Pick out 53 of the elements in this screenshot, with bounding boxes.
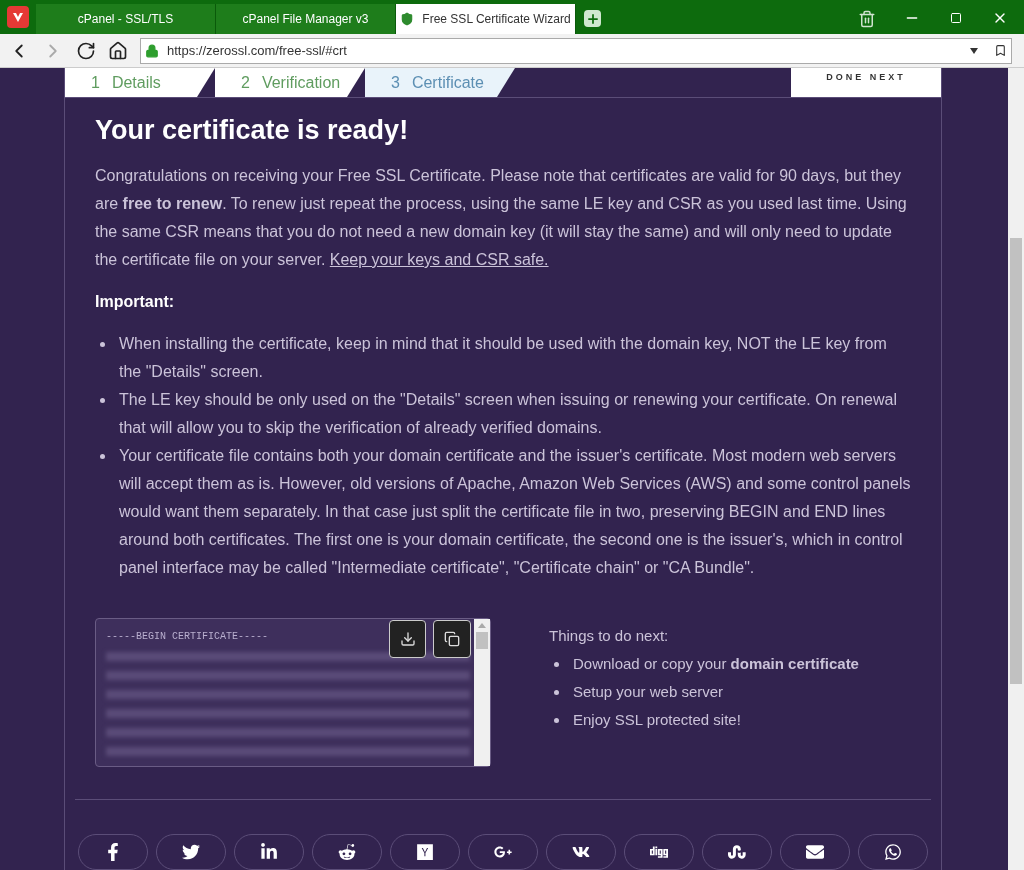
wizard-step[interactable]: 1 Details bbox=[65, 68, 215, 97]
address-field[interactable]: https://zerossl.com/free-ssl/#crt bbox=[140, 37, 1012, 64]
copy-button[interactable] bbox=[433, 620, 471, 658]
bullet-icon bbox=[554, 718, 559, 723]
copy-icon bbox=[444, 631, 460, 647]
maximize-icon[interactable] bbox=[950, 12, 962, 24]
bullet-icon bbox=[554, 690, 559, 695]
browser-tab[interactable]: cPanel File Manager v3 bbox=[216, 4, 396, 34]
bullet-icon bbox=[100, 398, 105, 403]
linkedin-icon bbox=[260, 843, 278, 861]
important-item: When installing the certificate, keep in mind that it should be used with the domain key, NOT the LE key from the "Details" screen. bbox=[119, 334, 888, 382]
bookmark-icon[interactable] bbox=[994, 44, 1007, 57]
shield-icon bbox=[400, 12, 415, 26]
envelope-icon bbox=[806, 843, 824, 861]
lock-icon bbox=[145, 43, 159, 58]
home-icon[interactable] bbox=[108, 40, 128, 61]
wizard-step[interactable]: 3 Certificate bbox=[365, 68, 515, 97]
intro-paragraph: Congratulations on receiving your Free SSL Certificate. Please note that certificates are valid for 90 days, but they are free to renew. To renew just repeat the process, using the same LE key and CSR as you used last time. Using the same CSR means that you do not need a new domain key (it will stay the same) and will only need to update the certificate file on your server. Keep your keys and CSR safe. bbox=[95, 166, 908, 270]
next-step-item: Enjoy SSL protected site! bbox=[573, 710, 741, 730]
important-item: The LE key should be only used on the "Details" screen when issuing or renewing your certificate. On renewal that will allow you to skip the verification of already verified domains. bbox=[119, 390, 898, 438]
next-steps-title: Things to do next: bbox=[549, 626, 670, 646]
download-button[interactable] bbox=[389, 620, 426, 658]
browser-tab[interactable]: cPanel - SSL/TLS bbox=[36, 4, 216, 34]
reddit-icon bbox=[338, 843, 356, 861]
browser-logo-icon[interactable] bbox=[7, 6, 29, 28]
certificate-first-line: -----BEGIN CERTIFICATE----- bbox=[106, 630, 269, 644]
page-scroll-thumb[interactable] bbox=[1010, 238, 1022, 684]
wizard-step[interactable]: 2 Verification bbox=[215, 68, 365, 97]
reload-icon[interactable] bbox=[76, 40, 96, 61]
new-tab-button[interactable] bbox=[584, 10, 601, 27]
next-step-item: Download or copy your domain certificate bbox=[573, 654, 859, 674]
scroll-thumb[interactable] bbox=[476, 632, 488, 649]
digg-icon bbox=[650, 843, 668, 861]
next-step-item: Setup your web server bbox=[573, 682, 724, 702]
browser-tab[interactable]: Free SSL Certificate Wizard bbox=[396, 4, 576, 34]
keep-keys-link[interactable]: Keep your keys and CSR safe. bbox=[329, 251, 549, 268]
bullet-icon bbox=[100, 454, 105, 459]
dropdown-icon[interactable] bbox=[970, 47, 978, 54]
whatsapp-icon bbox=[884, 843, 902, 861]
trash-icon[interactable] bbox=[858, 10, 876, 28]
download-icon bbox=[399, 631, 416, 647]
done-next-button[interactable]: DONE NEXT bbox=[791, 68, 941, 97]
bullet-icon bbox=[554, 662, 559, 667]
page-heading: Your certificate is ready! bbox=[95, 114, 410, 147]
bird-icon bbox=[182, 843, 200, 861]
url-text: https://zerossl.com/free-ssl/#crt bbox=[167, 41, 347, 60]
important-item: Your certificate file contains both your domain certificate and the issuer's certificate. Most modern web servers will accept them as is. However, old versions of Apache, Amazon Web Services (AWS) and some control panels would want them separately. In that case just split the certificate file in two, preserving BEGIN and END lines around both certificates. The first one is your domain certificate, the second one is the issuer's, which in control panel interface may be called "Intermediate certificate", "Certificate chain" or "CA Bundle". bbox=[119, 446, 911, 578]
bullet-icon bbox=[100, 342, 105, 347]
scrollbar[interactable] bbox=[474, 619, 490, 766]
stumbleupon-icon bbox=[728, 843, 746, 861]
important-title: Important: bbox=[95, 292, 176, 312]
certificate-textarea[interactable]: -----BEGIN CERTIFICATE----- bbox=[95, 618, 491, 767]
page-scrollbar[interactable] bbox=[1008, 68, 1024, 870]
